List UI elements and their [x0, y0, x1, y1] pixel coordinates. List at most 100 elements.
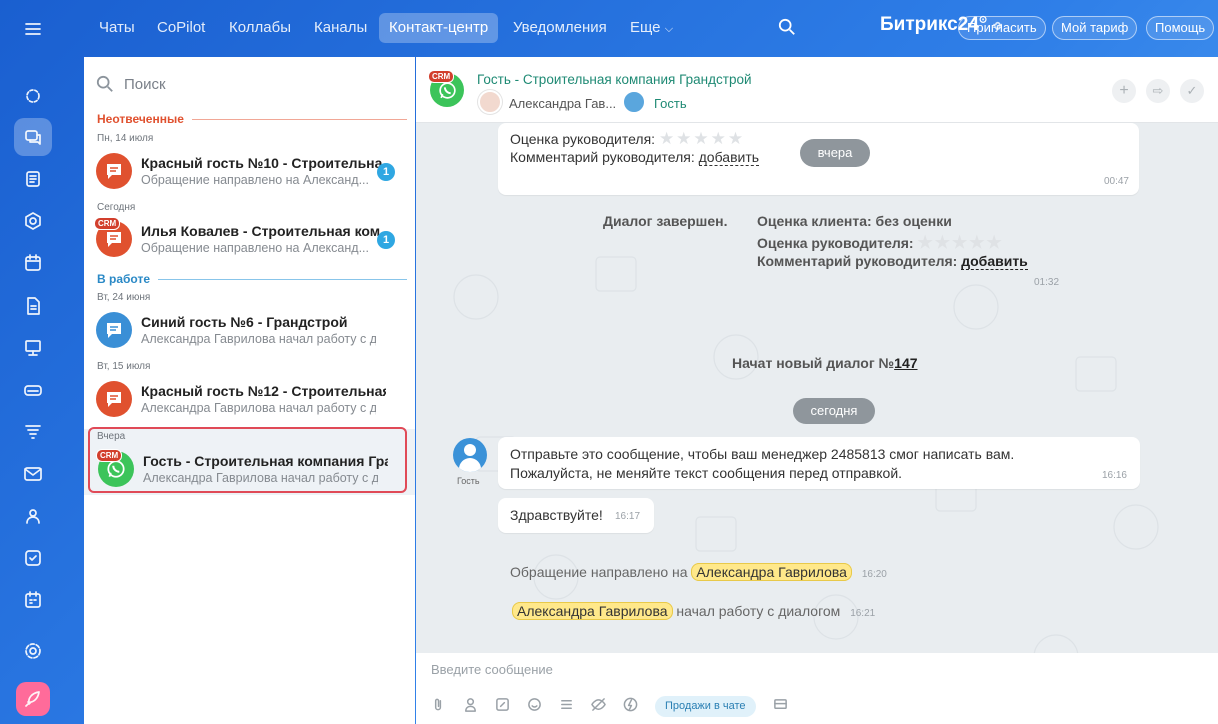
finish-time: 01:32: [1034, 277, 1060, 288]
employees-icon[interactable]: [14, 497, 52, 535]
chat-bubble-icon: [107, 323, 121, 338]
chat-avatar: [96, 381, 132, 417]
feed-icon[interactable]: [14, 160, 52, 198]
chat-bubble-icon: [107, 164, 121, 179]
chat-avatar: [96, 153, 132, 189]
tab-collabs[interactable]: Коллабы: [219, 13, 301, 43]
menu-icon[interactable]: [14, 10, 52, 48]
unread-badge: 1: [377, 231, 395, 249]
rating-stars[interactable]: ★★★★★: [659, 129, 745, 148]
search-icon[interactable]: [778, 18, 796, 41]
chat-avatar: [96, 312, 132, 348]
invite-button[interactable]: Пригласить: [958, 16, 1046, 40]
add-comment-link[interactable]: добавить: [698, 149, 760, 166]
message-time: 16:17: [615, 511, 641, 522]
user-icon[interactable]: [463, 697, 478, 717]
chat-title[interactable]: Гость - Строительная компания Грандстрой: [477, 72, 752, 87]
tasks-icon[interactable]: [14, 539, 52, 577]
list-item[interactable]: Красный гость №12 - Строительная к... Ал…: [88, 375, 408, 425]
template-icon[interactable]: [559, 697, 574, 717]
sales-in-chat-button[interactable]: Продажи в чате: [655, 696, 756, 717]
add-comment-link[interactable]: добавить: [961, 253, 1028, 270]
search-input[interactable]: Поиск: [96, 73, 166, 95]
guest-name[interactable]: Гость: [654, 96, 687, 111]
booking-icon[interactable]: [14, 581, 52, 619]
calendar-icon[interactable]: [14, 244, 52, 282]
tab-chats[interactable]: Чаты: [89, 13, 145, 43]
tab-copilot[interactable]: CoPilot: [147, 13, 215, 43]
list-item-selected[interactable]: CRM Гость - Строительная компания Гран..…: [88, 427, 407, 493]
message-text: Пожалуйста, не меняйте текст сообщения п…: [510, 465, 903, 481]
finish-icon[interactable]: ✓: [1180, 79, 1204, 103]
message-bubble: Отправьте это сообщение, чтобы ваш менед…: [498, 437, 1140, 489]
drive-icon[interactable]: [14, 371, 52, 409]
tab-channels[interactable]: Каналы: [304, 13, 377, 43]
manager-rating-stars[interactable]: ★★★★★: [918, 233, 1004, 252]
docs-icon[interactable]: [14, 287, 52, 325]
item-subtitle: Александра Гаврилова начал работу с ди..…: [143, 471, 378, 485]
client-rating-label: Оценка клиента:: [757, 213, 872, 229]
rating-label: Оценка руководителя:: [510, 131, 656, 147]
settings-icon[interactable]: [14, 632, 52, 670]
edit-icon[interactable]: [495, 697, 510, 717]
crm-tag: CRM: [428, 70, 455, 83]
chat-bubble-icon: [107, 232, 121, 247]
manager-rating-row: Оценка руководителя: ★★★★★: [757, 233, 1004, 253]
list-item[interactable]: Синий гость №6 - Грандстрой Александра Г…: [88, 306, 408, 356]
section-label: Неотвеченные: [97, 112, 184, 126]
messenger-icon[interactable]: [14, 118, 52, 156]
left-rail: [0, 0, 68, 724]
panel-icon[interactable]: [773, 697, 788, 717]
item-subtitle: Обращение направлено на Александ...: [141, 173, 369, 187]
message-time: 16:16: [1101, 470, 1127, 481]
rocket-icon[interactable]: [16, 682, 50, 716]
list-item[interactable]: Красный гость №10 - Строительна... Обращ…: [88, 147, 408, 197]
copilot-icon[interactable]: [14, 77, 52, 115]
smile-icon[interactable]: [527, 697, 542, 717]
item-subtitle: Александра Гаврилова начал работу с ди..…: [141, 401, 376, 415]
lightning-icon[interactable]: [623, 697, 638, 717]
message-input[interactable]: Введите сообщение: [431, 662, 553, 677]
item-subtitle: Обращение направлено на Александ...: [141, 241, 369, 255]
chat-area: CRM Гость - Строительная компания Грандс…: [416, 57, 1218, 724]
hide-icon[interactable]: [591, 697, 606, 717]
mail-icon[interactable]: [14, 455, 52, 493]
presentation-icon[interactable]: [14, 329, 52, 367]
client-rating-value: без оценки: [875, 213, 952, 229]
add-icon[interactable]: +: [1112, 79, 1136, 103]
dialog-number-link[interactable]: 147: [894, 355, 917, 371]
system-message: Обращение направлено на Александра Гаври…: [510, 563, 887, 581]
member-name[interactable]: Александра Гав...: [509, 96, 616, 111]
system-message: Александра Гаврилова начал работу с диал…: [512, 602, 876, 620]
item-subtitle: Александра Гаврилова начал работу с ди..…: [141, 332, 376, 346]
filter-icon[interactable]: [14, 413, 52, 451]
crm-tag: CRM: [96, 449, 123, 462]
forward-icon[interactable]: ⇨: [1146, 79, 1170, 103]
manager-comment-row: Комментарий руководителя: добавить: [757, 253, 1028, 270]
message-bubble: Здравствуйте! 16:17: [498, 498, 654, 533]
user-mention[interactable]: Александра Гаврилова: [691, 563, 852, 581]
message-input-area: Введите сообщение Продажи в чате: [416, 653, 1218, 724]
list-item[interactable]: CRM Илья Ковалев - Строительная ком... О…: [88, 215, 408, 265]
attach-icon[interactable]: [431, 697, 446, 717]
tab-contact-center[interactable]: Контакт-центр: [379, 13, 499, 43]
crm-icon[interactable]: [14, 202, 52, 240]
tab-more[interactable]: Еще ⌵: [620, 13, 683, 43]
input-toolbar: Продажи в чате: [431, 696, 788, 717]
chat-header: CRM Гость - Строительная компания Грандс…: [416, 57, 1218, 123]
my-tariff-button[interactable]: Мой тариф: [1052, 16, 1138, 40]
new-dialog-label: Начат новый диалог №: [732, 355, 895, 371]
guest-label: Гость: [457, 476, 480, 486]
item-title: Синий гость №6 - Грандстрой: [141, 314, 348, 330]
system-text: Обращение направлено на: [510, 564, 688, 580]
date-label: Пн, 14 июля: [97, 133, 154, 144]
message-time: 16:21: [850, 608, 876, 619]
tab-notifications[interactable]: Уведомления: [503, 13, 617, 43]
guest-avatar[interactable]: [453, 438, 487, 472]
search-icon: [96, 75, 113, 92]
dialog-list-panel: Поиск Неотвеченные Пн, 14 июля Красный г…: [84, 57, 415, 724]
chevron-down-icon: ⌵: [664, 23, 674, 35]
user-mention[interactable]: Александра Гаврилова: [512, 602, 673, 620]
help-button[interactable]: Помощь: [1146, 16, 1215, 40]
member-avatar: [478, 90, 502, 114]
